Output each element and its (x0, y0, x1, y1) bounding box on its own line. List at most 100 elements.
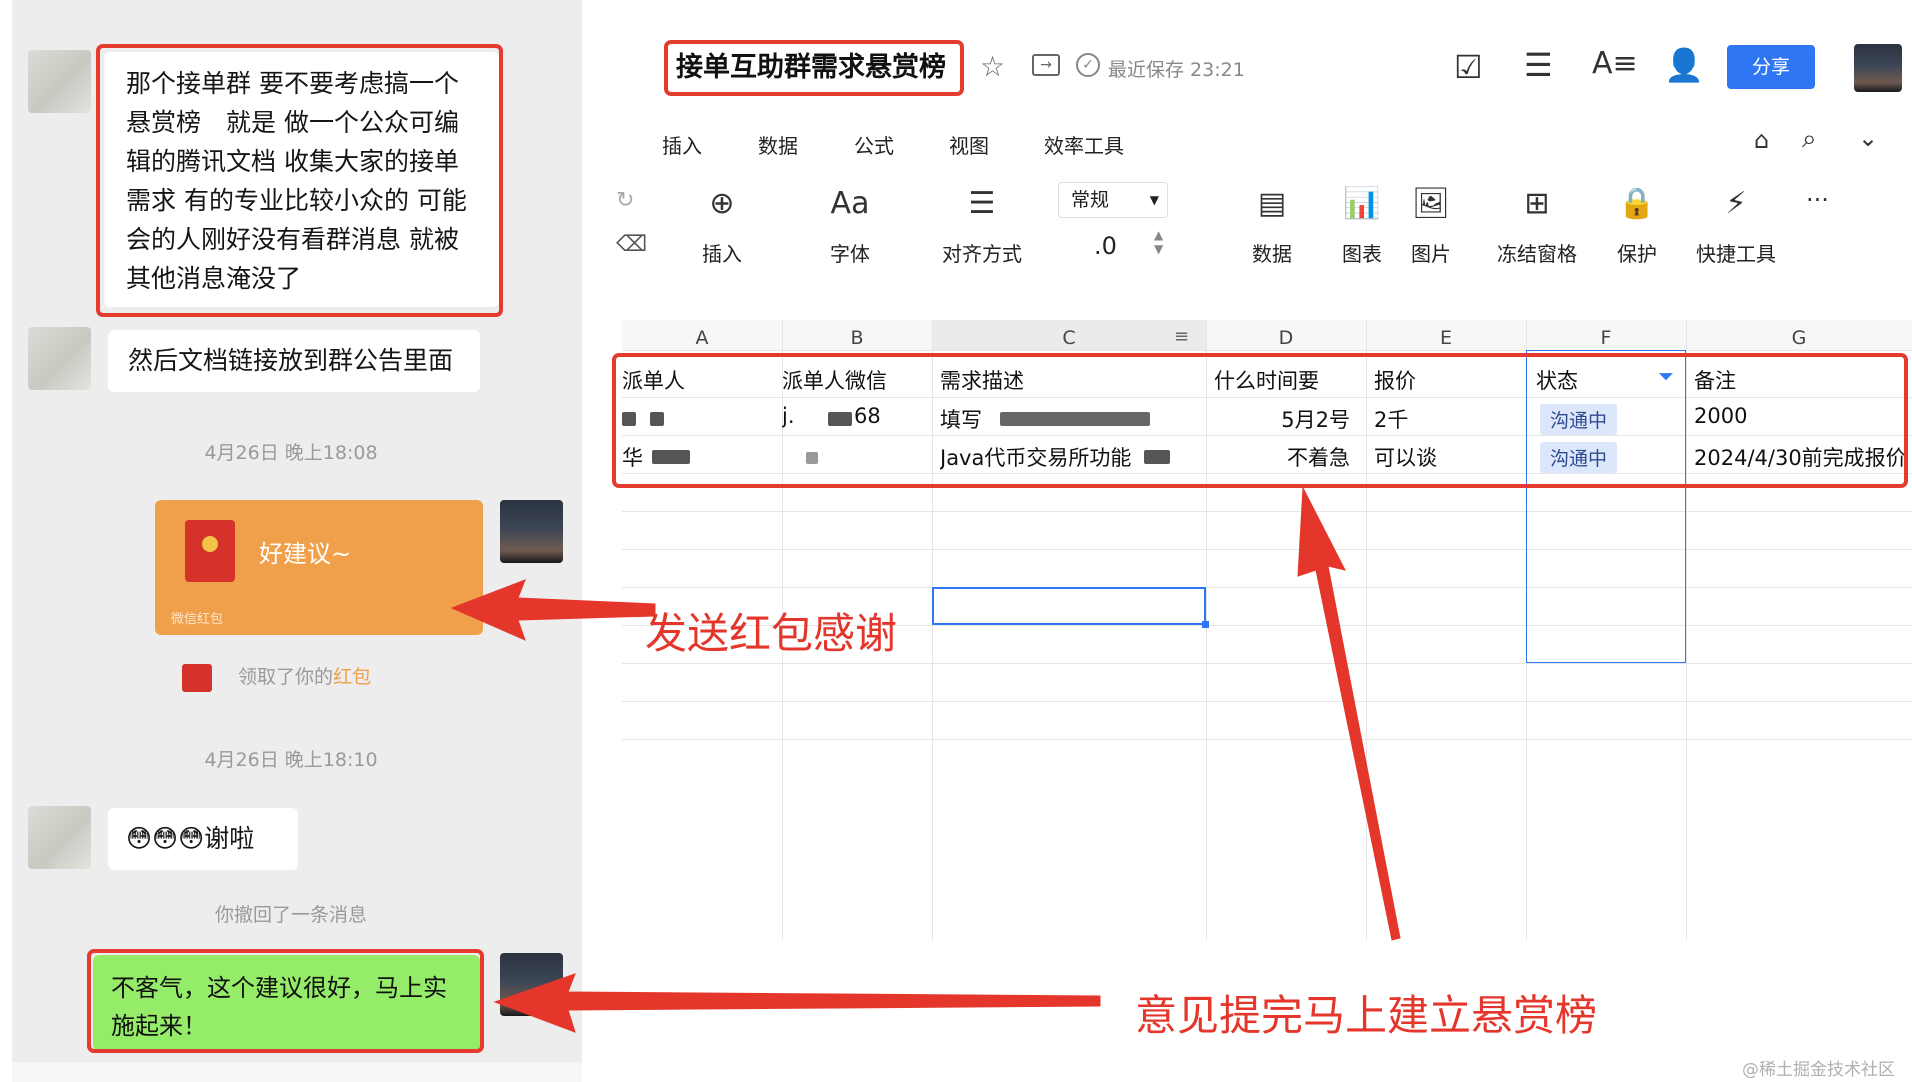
add-task-icon[interactable]: ☑ (1454, 48, 1483, 86)
menu-icon[interactable]: ☰ (1524, 46, 1553, 84)
message-bubble[interactable]: 然后文档链接放到群公告里面 (108, 330, 480, 392)
saved-check-icon: ✓ (1076, 53, 1100, 77)
toolbar-label: 保护 (1617, 242, 1657, 266)
toolbar-label: 图片 (1411, 242, 1451, 266)
align-icon: ☰ (968, 186, 996, 221)
red-packet-footer: 微信红包 (171, 612, 224, 627)
notice-highlight: 红包 (333, 666, 372, 688)
emoji-group: 😳😳😳 (126, 824, 205, 853)
self-avatar[interactable] (500, 953, 563, 1016)
red-packet-icon (185, 520, 235, 582)
toolbar-label: 对齐方式 (942, 242, 1022, 266)
toolbar-align[interactable]: ☰ 对齐方式 (927, 186, 1037, 267)
selection-handle[interactable] (1202, 621, 1209, 628)
notice-prefix: 领取了你的 (238, 666, 334, 688)
toolbar-label: 字体 (830, 242, 870, 266)
more-icon[interactable]: ··· (1806, 186, 1829, 214)
message-text: 谢啦 (204, 824, 255, 853)
grid-line (622, 511, 1912, 512)
share-label: 分享 (1751, 56, 1790, 78)
input-bar (12, 1062, 582, 1082)
annotation-red-packet: 发送红包感谢 (645, 609, 898, 658)
toolbar-freeze[interactable]: ⊞ 冻结窗格 (1482, 186, 1592, 267)
redo-icon[interactable]: ↻ (616, 188, 634, 213)
toolbar-insert[interactable]: ⊕ 插入 (682, 186, 762, 267)
quick-tools-icon: ⚡ (1725, 186, 1747, 221)
menu-item-efficiency[interactable]: 效率工具 (1044, 130, 1124, 159)
highlight-box-table (612, 353, 1908, 488)
toolbar-label: 插入 (702, 242, 742, 266)
doc-title-text: 接单互助群需求悬赏榜 (676, 52, 946, 83)
chevron-down-icon[interactable]: ⌄ (1858, 124, 1878, 152)
freeze-icon: ⊞ (1524, 186, 1550, 221)
chevron-down-icon: ▼ (1149, 193, 1159, 207)
timestamp: 4月26日 晚上18:08 (204, 442, 378, 464)
doc-title[interactable]: 接单互助群需求悬赏榜 (664, 40, 964, 96)
stepper-arrows-icon[interactable]: ▲ ▼ (1154, 228, 1163, 256)
toolbar-image[interactable]: 🖼 图片 (1396, 186, 1466, 267)
star-icon[interactable]: ☆ (980, 50, 1005, 83)
menu-item-insert[interactable]: 插入 (662, 130, 702, 159)
toolbar-label: 图表 (1342, 242, 1382, 266)
menu-item-data[interactable]: 数据 (758, 130, 798, 159)
collaborator-icon[interactable]: 👤 (1664, 46, 1704, 84)
grid-line (622, 549, 1912, 550)
share-button[interactable]: 分享 (1727, 45, 1815, 89)
search-icon[interactable]: ⌕ (1802, 124, 1817, 155)
column-letter[interactable]: B (782, 327, 932, 349)
selected-cell[interactable] (932, 587, 1206, 625)
contact-avatar[interactable] (28, 50, 91, 113)
lock-icon: 🔒 (1618, 186, 1656, 221)
self-avatar[interactable] (500, 500, 563, 563)
toolbar-data[interactable]: ▤ 数据 (1232, 186, 1312, 267)
red-packet-mini-icon (182, 663, 212, 692)
red-packet-notice: 领取了你的红包 (182, 662, 371, 692)
toolbar-protect[interactable]: 🔒 保护 (1602, 186, 1672, 267)
column-letter[interactable]: G (1686, 327, 1912, 349)
brush-icon[interactable]: ⌂ (1754, 126, 1769, 154)
number-format-value: 常规 (1071, 189, 1110, 211)
number-format-select[interactable]: 常规 ▼ (1058, 182, 1168, 218)
save-status: 最近保存 23:21 (1108, 59, 1245, 81)
highlight-box-reply (87, 949, 484, 1053)
text-format-icon[interactable]: A≡ (1592, 46, 1638, 81)
column-letter[interactable]: A (622, 327, 782, 349)
image-icon: 🖼 (1411, 186, 1451, 221)
filter-lines-icon[interactable]: ≡ (1174, 326, 1189, 347)
message-text: 然后文档链接放到群公告里面 (128, 346, 454, 375)
grid-line (622, 701, 1912, 702)
red-packet-bubble[interactable]: 好建议~ 微信红包 (155, 500, 483, 635)
menu-item-formula[interactable]: 公式 (854, 130, 894, 159)
watermark: @稀土掘金技术社区 (1742, 1060, 1895, 1080)
annotation-board: 意见提完马上建立悬赏榜 (1135, 991, 1598, 1040)
toolbar-label: 冻结窗格 (1497, 242, 1577, 266)
user-avatar[interactable] (1854, 44, 1902, 92)
column-letter[interactable]: D (1206, 327, 1366, 349)
contact-avatar[interactable] (28, 327, 91, 390)
toolbar-label: 数据 (1252, 242, 1292, 266)
recall-notice: 你撤回了一条消息 (214, 904, 367, 926)
message-bubble[interactable]: 😳😳😳谢啦 (108, 808, 298, 870)
highlight-box-suggestion (96, 44, 503, 317)
toolbar-chart[interactable]: 📊 图表 (1327, 186, 1397, 267)
font-icon: Aa (830, 186, 870, 221)
column-letter[interactable]: E (1366, 327, 1526, 349)
toolbar-label: 快捷工具 (1696, 242, 1776, 266)
grid-line (622, 350, 1912, 351)
column-letter[interactable]: F (1526, 327, 1686, 349)
data-icon: ▤ (1257, 186, 1287, 221)
timestamp: 4月26日 晚上18:10 (204, 749, 378, 771)
grid-line (622, 663, 1912, 664)
menu-item-view[interactable]: 视图 (949, 130, 989, 159)
move-to-folder-icon[interactable]: → (1032, 54, 1060, 76)
toolbar-quick-tools[interactable]: ⚡ 快捷工具 (1686, 186, 1786, 267)
chat-panel: 那个接单群 要不要考虑搞一个悬赏榜 就是 做一个公众可编辑的腾讯文档 收集大家的… (0, 0, 582, 1082)
contact-avatar[interactable] (28, 806, 91, 869)
eraser-icon[interactable]: ⌫ (616, 232, 647, 257)
toolbar-font[interactable]: Aa 字体 (810, 186, 890, 267)
red-packet-label: 好建议~ (259, 540, 352, 568)
insert-icon: ⊕ (709, 186, 735, 221)
decimal-stepper[interactable]: .0 (1094, 232, 1117, 260)
column-letter[interactable]: C (932, 327, 1206, 349)
grid-line (622, 587, 1912, 588)
